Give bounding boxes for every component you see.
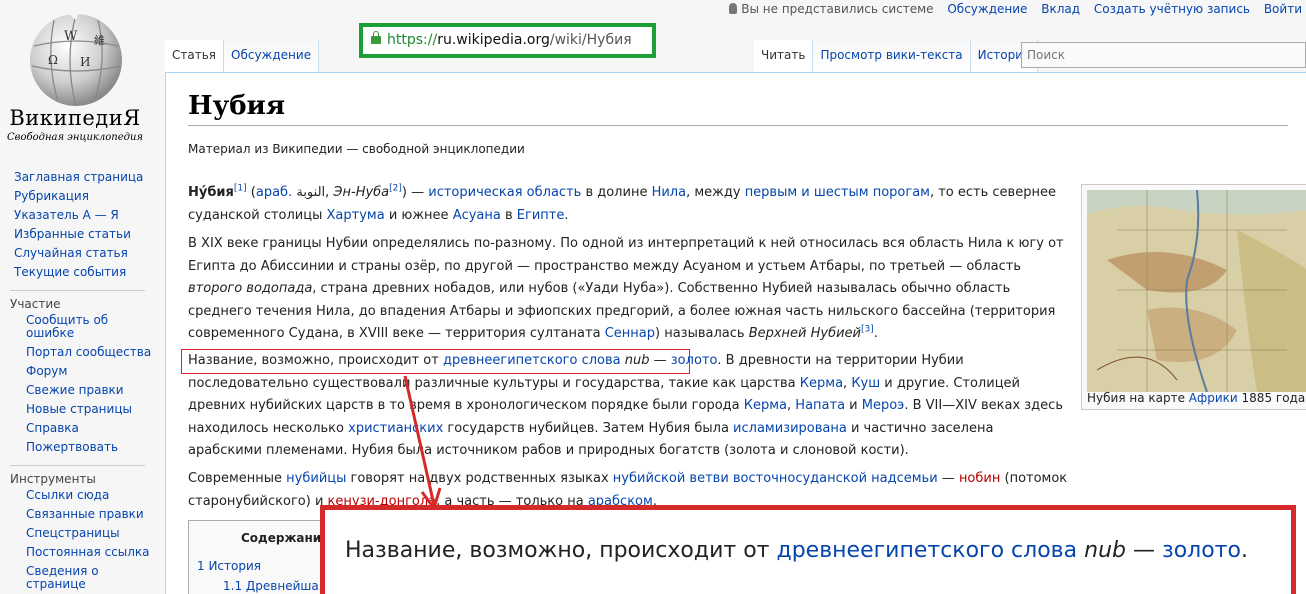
sidebar-item-page-info[interactable]: Сведения о странице: [0, 562, 100, 594]
sidebar-item-report-error[interactable]: Сообщить об ошибке: [0, 311, 110, 343]
wikipedia-logo[interactable]: W Ω И 維 ВикипедиЯ Свободная энциклопедия: [0, 0, 150, 160]
tab-view-source[interactable]: Просмотр вики-текста: [813, 40, 971, 72]
logo-wordmark: ВикипедиЯ: [9, 106, 141, 130]
sidebar-item-current-events[interactable]: Текущие события: [0, 263, 160, 282]
link-christian[interactable]: христианских: [348, 421, 443, 436]
create-account-link[interactable]: Создать учётную запись: [1094, 2, 1250, 16]
sidebar-item-featured[interactable]: Избранные статьи: [0, 225, 160, 244]
zoom-link-egyptian-word[interactable]: древнеегипетского слова: [776, 538, 1077, 563]
link-khartoum[interactable]: Хартума: [327, 208, 385, 223]
sidebar: Заглавная страница Рубрикация Указатель …: [0, 168, 160, 594]
sidebar-item-forum[interactable]: Форум: [0, 362, 160, 381]
login-link[interactable]: Войти: [1264, 2, 1302, 16]
sidebar-item-donate[interactable]: Пожертвовать: [0, 438, 160, 457]
sidebar-item-index[interactable]: Указатель А — Я: [0, 206, 160, 225]
paragraph-2: В XIX веке границы Нубии определялись по…: [188, 236, 1064, 341]
link-kerma[interactable]: Керма: [800, 376, 843, 391]
link-egypt[interactable]: Египте: [517, 208, 565, 223]
sidebar-item-categories[interactable]: Рубрикация: [0, 187, 160, 206]
sidebar-item-main-page[interactable]: Заглавная страница: [0, 168, 160, 187]
tab-talk[interactable]: Обсуждение: [224, 40, 320, 72]
link-islamized[interactable]: исламизирована: [733, 421, 847, 436]
tab-read[interactable]: Читать: [754, 40, 814, 72]
address-bar-callout: https://ru.wikipedia.org/wiki/Нубия: [359, 23, 656, 58]
logo-tagline: Свободная энциклопедия: [6, 132, 144, 143]
link-napata[interactable]: Напата: [795, 398, 845, 413]
personal-tools: Вы не представились системе Обсуждение В…: [729, 2, 1306, 16]
ref-3[interactable]: [3]: [861, 325, 874, 335]
ref-1[interactable]: [1]: [234, 184, 247, 194]
page-title: Нубия: [188, 91, 1288, 126]
sidebar-item-random[interactable]: Случайная статья: [0, 244, 160, 263]
sidebar-item-related-changes[interactable]: Связанные правки: [0, 505, 160, 524]
sidebar-participation-heading: Участие: [10, 290, 145, 311]
redlink-nobiin[interactable]: нобин: [959, 471, 1000, 486]
link-nubians[interactable]: нубийцы: [286, 471, 346, 486]
thumbnail-caption: Нубия на карте Африки 1885 года: [1087, 391, 1306, 405]
link-kush[interactable]: Куш: [851, 376, 880, 391]
sidebar-item-special-pages[interactable]: Спецстраницы: [0, 524, 160, 543]
link-meroe[interactable]: Мероэ: [862, 398, 905, 413]
site-subtitle: Материал из Википедии — свободной энцикл…: [188, 142, 525, 156]
svg-text:И: И: [80, 55, 90, 69]
link-nile[interactable]: Нила: [652, 185, 687, 200]
sidebar-nav: Заглавная страница Рубрикация Указатель …: [0, 168, 160, 282]
anon-user-label: Вы не представились системе: [729, 2, 933, 16]
map-thumbnail[interactable]: Нубия на карте Африки 1885 года: [1081, 184, 1306, 410]
svg-text:維: 維: [94, 34, 105, 47]
svg-text:W: W: [64, 29, 78, 44]
sidebar-item-permanent-link[interactable]: Постоянная ссылка: [0, 543, 160, 562]
link-aswan[interactable]: Асуана: [453, 208, 501, 223]
sidebar-tools: Ссылки сюда Связанные правки Спецстраниц…: [0, 486, 160, 594]
arabic-link[interactable]: араб.: [256, 185, 292, 200]
tab-article[interactable]: Статья: [165, 40, 225, 72]
link-historic-region[interactable]: историческая область: [428, 185, 581, 200]
paragraph-1: Ну́бия[1] (араб. النوبة‎, Эн-Нуба[2]) — …: [188, 183, 1056, 223]
ref-2[interactable]: [2]: [389, 184, 402, 194]
link-nubian-branch[interactable]: нубийской ветви восточносуданской надсем…: [613, 471, 938, 486]
zoomed-sentence-callout: Название, возможно, происходит от древне…: [320, 505, 1296, 594]
sidebar-item-community-portal[interactable]: Портал сообщества: [0, 343, 160, 362]
sidebar-item-new-pages[interactable]: Новые страницы: [0, 400, 160, 419]
sidebar-participation: Сообщить об ошибке Портал сообщества Фор…: [0, 311, 160, 457]
sidebar-tools-heading: Инструменты: [10, 465, 145, 486]
svg-text:Ω: Ω: [48, 53, 58, 67]
search-input[interactable]: [1021, 42, 1306, 68]
namespace-tabs: Статья Обсуждение: [165, 40, 320, 72]
toc-item-history[interactable]: 1 История: [197, 559, 261, 573]
view-tabs: Читать Просмотр вики-текста История: [754, 40, 1039, 72]
puzzle-globe-icon: W Ω И 維: [30, 10, 122, 107]
africa-map-image[interactable]: [1087, 190, 1306, 392]
link-cataracts[interactable]: первым и шестым порогам: [745, 185, 930, 200]
sidebar-item-recent-changes[interactable]: Свежие правки: [0, 381, 160, 400]
link-sennar[interactable]: Сеннар: [605, 326, 655, 341]
zoom-link-gold[interactable]: золото: [1162, 538, 1241, 563]
link-kerma-city[interactable]: Керма: [744, 398, 787, 413]
sidebar-item-what-links-here[interactable]: Ссылки сюда: [0, 486, 160, 505]
highlight-frame: [181, 349, 690, 374]
talk-link[interactable]: Обсуждение: [947, 2, 1027, 16]
toc-heading: Содержание: [241, 531, 330, 545]
contributions-link[interactable]: Вклад: [1041, 2, 1080, 16]
sidebar-item-help[interactable]: Справка: [0, 419, 160, 438]
lock-icon: [371, 31, 381, 44]
link-africa[interactable]: Африки: [1189, 391, 1238, 405]
